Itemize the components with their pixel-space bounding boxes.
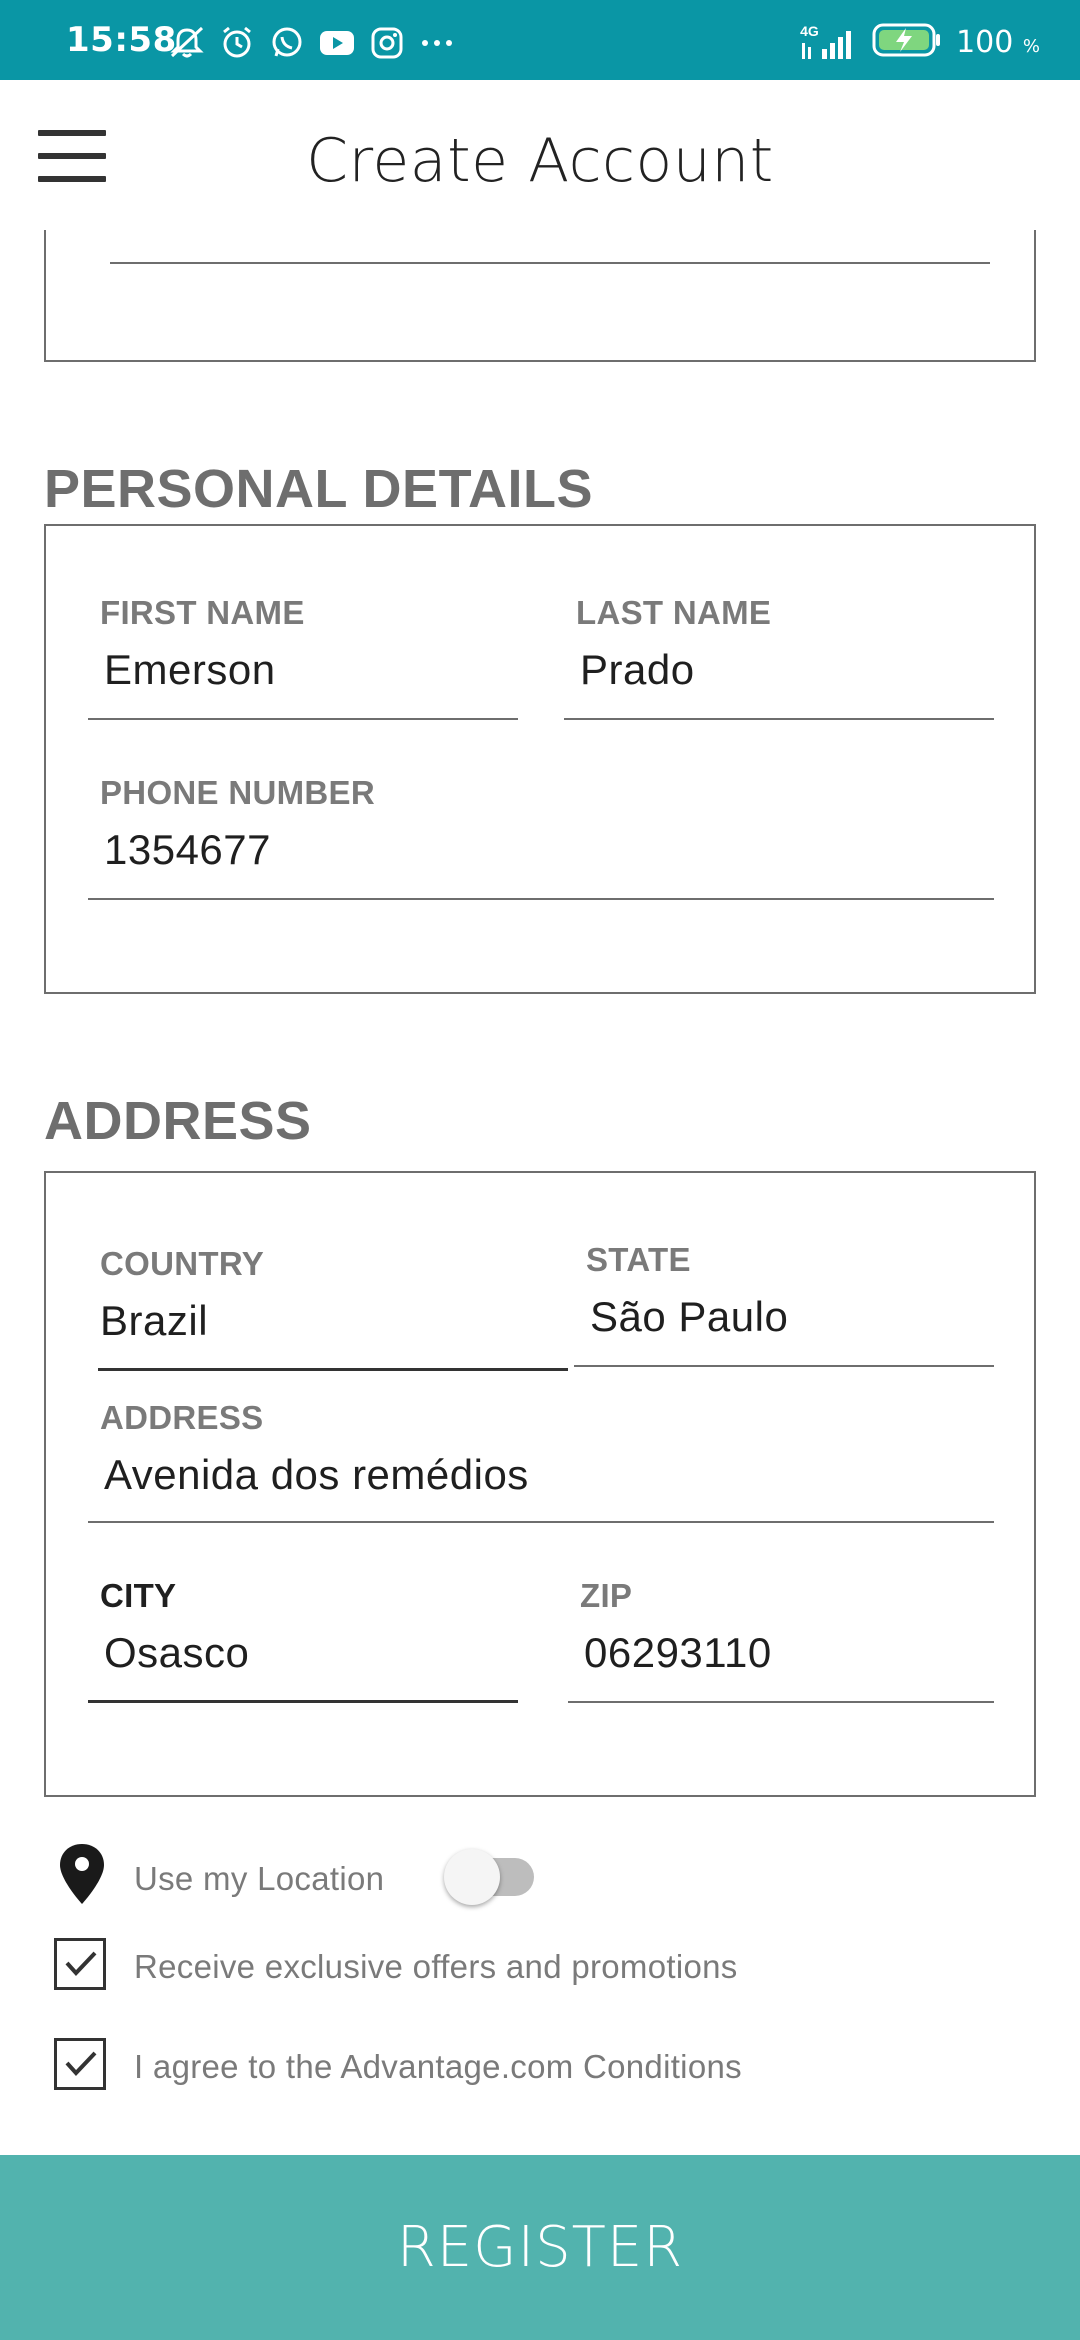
city-value: Osasco	[104, 1629, 250, 1676]
location-pin-icon	[58, 1842, 106, 1911]
battery-icon	[872, 22, 942, 63]
personal-details-box: FIRST NAME Emerson LAST NAME Prado PHONE…	[44, 524, 1036, 994]
address-underline	[88, 1521, 994, 1523]
page-title: Create Account	[306, 126, 774, 196]
offers-checkbox[interactable]	[54, 1938, 106, 1990]
first-name-value: Emerson	[104, 646, 276, 693]
zip-field[interactable]: ZIP 06293110	[568, 1577, 994, 1703]
country-label: COUNTRY	[100, 1245, 265, 1282]
more-dots-icon	[418, 26, 456, 58]
state-field[interactable]: STATE São Paulo	[574, 1241, 994, 1367]
state-value: São Paulo	[590, 1293, 789, 1340]
last-name-label: LAST NAME	[576, 594, 772, 631]
first-name-field[interactable]: FIRST NAME Emerson	[88, 594, 518, 720]
address-field[interactable]: ADDRESS Avenida dos remédios	[88, 1399, 994, 1523]
instagram-icon	[368, 26, 406, 59]
use-location-row: Use my Location	[0, 1840, 1080, 1910]
address-title: ADDRESS	[44, 1091, 312, 1151]
alarm-icon	[218, 26, 256, 58]
first-name-label: FIRST NAME	[100, 594, 305, 631]
signal-icon: 4G	[796, 23, 858, 61]
zip-underline	[568, 1701, 994, 1703]
status-bar: 15:58 4G 100 %	[0, 0, 1080, 80]
country-value: Brazil	[100, 1297, 209, 1344]
last-name-underline	[564, 718, 994, 720]
address-box: COUNTRY Brazil STATE São Paulo ADDRESS A…	[44, 1171, 1036, 1797]
battery-value: 100	[956, 25, 1014, 60]
battery-unit: %	[1022, 36, 1040, 57]
conditions-label: I agree to the Advantage.com Conditions	[134, 2048, 742, 2085]
state-underline	[574, 1365, 994, 1367]
register-button[interactable]: REGISTER	[0, 2155, 1080, 2340]
first-name-underline	[88, 718, 518, 720]
use-location-label: Use my Location	[134, 1860, 385, 1897]
zip-label: ZIP	[580, 1577, 633, 1614]
city-field[interactable]: CITY Osasco	[88, 1577, 518, 1703]
address-label: ADDRESS	[100, 1399, 264, 1436]
conditions-checkbox[interactable]	[54, 2038, 106, 2090]
notification-icons	[168, 26, 456, 59]
address-value: Avenida dos remédios	[104, 1451, 529, 1498]
state-label: STATE	[586, 1241, 691, 1278]
app-bar: Create Account	[0, 80, 1080, 230]
offers-label: Receive exclusive offers and promotions	[134, 1948, 738, 1985]
zip-value: 06293110	[584, 1629, 772, 1676]
offers-row: Receive exclusive offers and promotions	[0, 1934, 1080, 2004]
mute-icon	[168, 26, 206, 58]
phone-number-label: PHONE NUMBER	[100, 774, 375, 811]
battery-level: 100 %	[956, 25, 1040, 60]
last-name-value: Prado	[580, 646, 695, 693]
phone-number-field[interactable]: PHONE NUMBER 1354677	[88, 774, 994, 900]
personal-details-title: PERSONAL DETAILS	[44, 459, 594, 519]
status-right: 4G 100 %	[796, 22, 1040, 63]
previous-section-box	[44, 230, 1036, 362]
whatsapp-icon	[268, 26, 306, 58]
previous-field-underline	[110, 262, 990, 264]
city-underline	[88, 1700, 518, 1703]
phone-number-underline	[88, 898, 994, 900]
country-underline	[98, 1368, 568, 1371]
phone-number-value: 1354677	[104, 826, 272, 873]
status-time: 15:58	[66, 20, 177, 60]
city-label: CITY	[100, 1577, 177, 1614]
country-field[interactable]: COUNTRY Brazil	[88, 1245, 568, 1371]
last-name-field[interactable]: LAST NAME Prado	[564, 594, 994, 720]
conditions-row: I agree to the Advantage.com Conditions	[0, 2034, 1080, 2104]
youtube-icon	[318, 26, 356, 58]
toggle-knob	[444, 1849, 500, 1905]
